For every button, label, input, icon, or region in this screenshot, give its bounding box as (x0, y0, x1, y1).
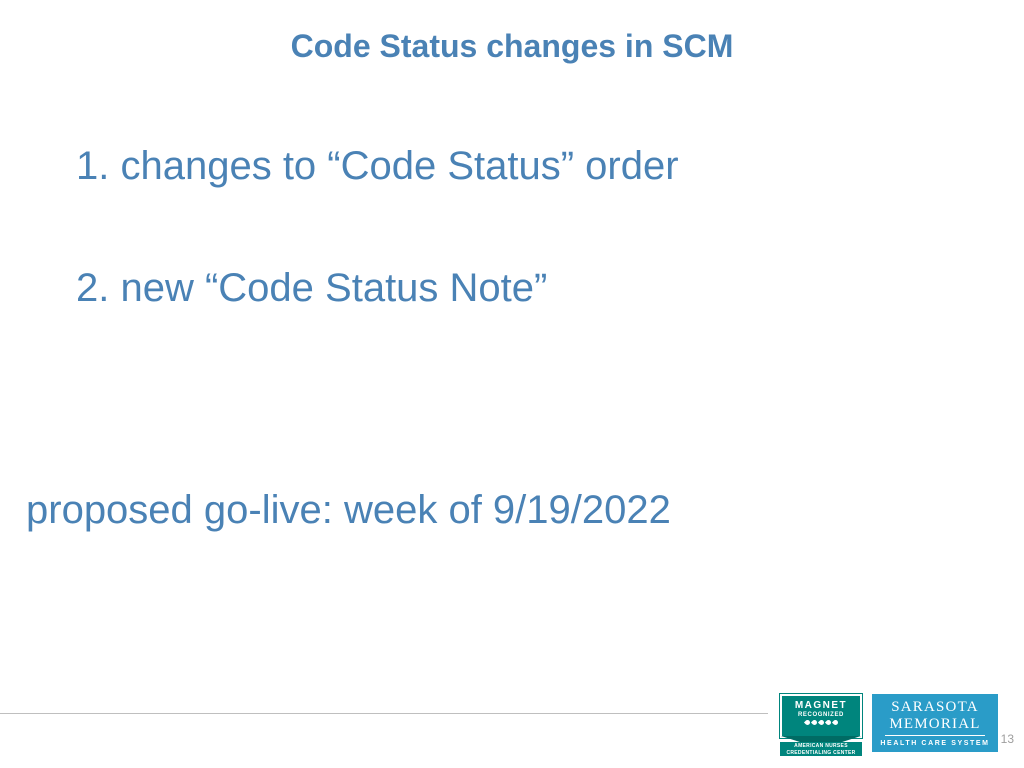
presentation-slide: Code Status changes in SCM 1. changes to… (0, 0, 1024, 768)
magnet-recognized-logo: MAGNET RECOGNIZED AMERICAN NURSES CREDEN… (776, 694, 866, 756)
bullet-item-2: 2. new “Code Status Note” (76, 262, 964, 314)
bullet-item-1: 1. changes to “Code Status” order (76, 140, 964, 192)
sarasota-memorial-logo: SARASOTA MEMORIAL HEALTH CARE SYSTEM (872, 694, 998, 752)
sarasota-line1: SARASOTA (879, 699, 991, 716)
underline-icon (885, 735, 985, 736)
magnet-bar-line2: CREDENTIALING CENTER (780, 750, 862, 757)
footer-logos: MAGNET RECOGNIZED AMERICAN NURSES CREDEN… (776, 694, 998, 756)
slide-body: 1. changes to “Code Status” order 2. new… (76, 140, 964, 536)
magnet-word: MAGNET (782, 696, 860, 711)
magnet-bar: AMERICAN NURSES CREDENTIALING CENTER (780, 742, 862, 756)
sarasota-line2: MEMORIAL (879, 716, 991, 736)
sarasota-line2-text: MEMORIAL (889, 716, 980, 732)
footer-divider (0, 713, 768, 714)
magnet-flag-icon: MAGNET RECOGNIZED (780, 694, 862, 738)
magnet-bar-line1: AMERICAN NURSES (780, 743, 862, 750)
go-live-line: proposed go-live: week of 9/19/2022 (26, 484, 964, 536)
sarasota-tagline: HEALTH CARE SYSTEM (873, 738, 997, 751)
magnet-subword: RECOGNIZED (782, 712, 860, 718)
slide-title: Code Status changes in SCM (0, 28, 1024, 65)
laurel-icon (804, 720, 838, 728)
sarasota-top: SARASOTA MEMORIAL (873, 695, 997, 738)
page-number: 13 (1001, 732, 1014, 746)
